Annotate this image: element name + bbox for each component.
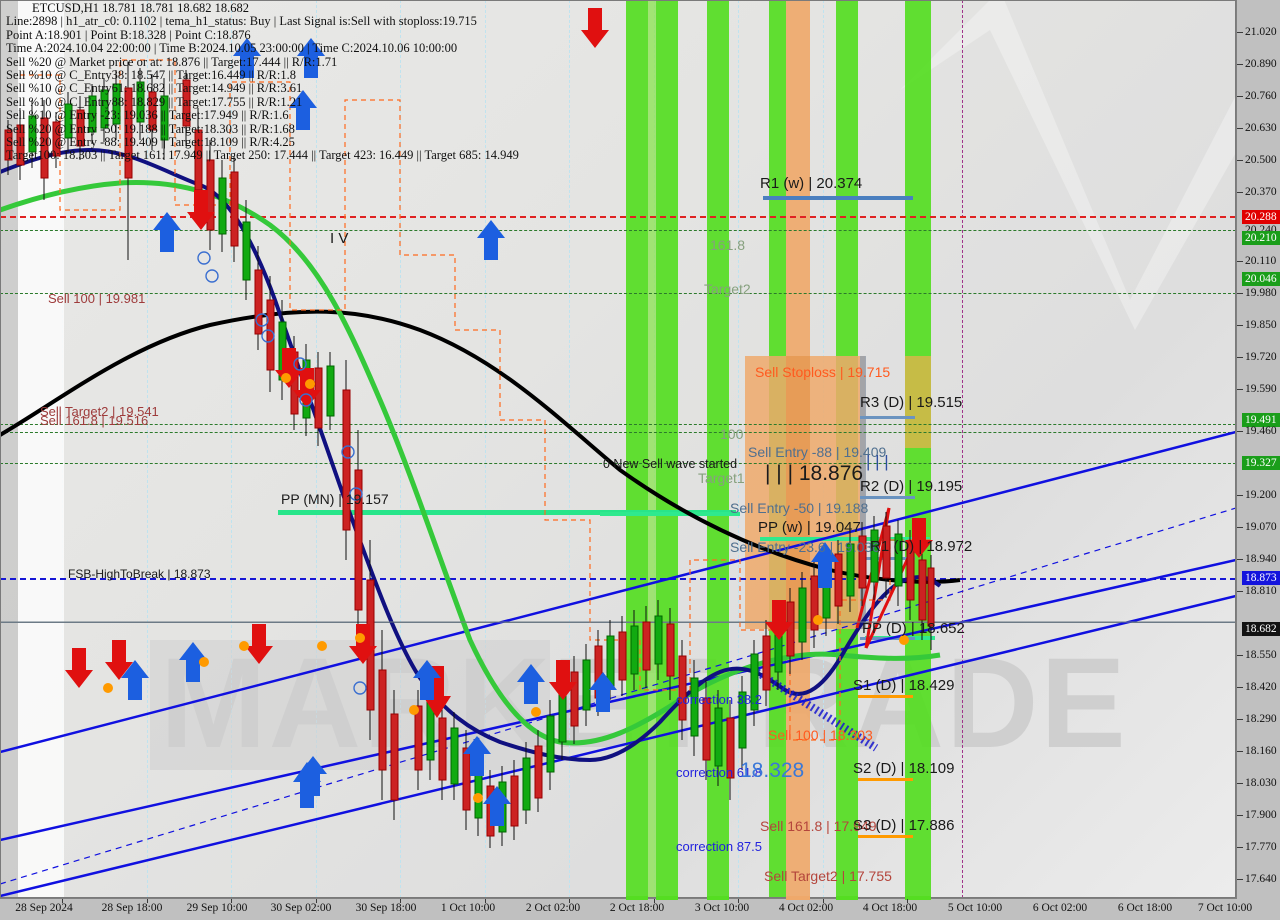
comment-line: Sell %20 @ Market price or at: 18.876 ||… xyxy=(6,54,338,69)
label-point-c-18876: | | | 18.876 xyxy=(765,462,864,485)
time-tick-label: 30 Sep 18:00 xyxy=(355,902,417,914)
time-tick-label: 29 Sep 10:00 xyxy=(186,902,248,914)
price-tick-label: 19.720 xyxy=(1245,351,1277,363)
price-tick-label: 19.200 xyxy=(1245,489,1277,501)
label-r3-d: R3 (D) | 19.515 xyxy=(860,394,963,411)
comment-line: Time A:2024.10.04 22:00:00 | Time B:2024… xyxy=(6,41,458,56)
chart-plot-area[interactable]: MARKET RADE xyxy=(0,0,1237,899)
chart-comment-block: ETCUSD,H1 18.781 18.781 18.682 18.682 Li… xyxy=(6,1,519,163)
time-scale[interactable]: 28 Sep 2024 28 Sep 18:00 29 Sep 10:00 30… xyxy=(0,896,1280,920)
comment-line: Sell %20 @ Entry -88: 19.409 || Target:1… xyxy=(6,135,295,150)
comment-line: Sell %10 @ Entry -23: 19.036 || Target:1… xyxy=(6,108,289,123)
time-tick-label: 4 Oct 02:00 xyxy=(778,902,834,914)
label-fib-1618: 161.8 xyxy=(710,237,746,253)
time-tick-label: 30 Sep 02:00 xyxy=(270,902,332,914)
time-tick-label: 6 Oct 02:00 xyxy=(1032,902,1088,914)
label-s1-d: S1 (D) | 18.429 xyxy=(853,677,955,694)
label-point-b-18328: 18.328 xyxy=(740,759,805,782)
price-badge-green: 20.046 xyxy=(1242,272,1280,286)
trendline-mid xyxy=(0,558,1236,842)
label-r1-w: R1 (w) | 20.374 xyxy=(760,175,863,192)
comment-line: Target100: 18.303 || Target 161: 17.949 … xyxy=(6,148,519,163)
label-sell-entry-50: Sell Entry -50 | 19.188 xyxy=(730,500,869,516)
time-tick-label: 28 Sep 2024 xyxy=(15,902,73,914)
price-tick-label: 19.850 xyxy=(1245,319,1277,331)
label-pp-w: PP (w) | 19.047 xyxy=(758,519,861,536)
price-tick-label: 17.900 xyxy=(1245,809,1277,821)
time-tick-label: 2 Oct 18:00 xyxy=(609,902,665,914)
label-sell-1618-19516: Sell 161.8 | 19.516 xyxy=(40,413,149,428)
price-tick-label: 19.460 xyxy=(1245,425,1277,437)
price-tick-label: 18.420 xyxy=(1245,681,1277,693)
price-tick-label: 20.110 xyxy=(1245,255,1277,267)
symbol-ohlc-line: ETCUSD,H1 18.781 18.781 18.682 18.682 xyxy=(32,1,250,15)
label-target2: Target2 xyxy=(704,281,751,297)
label-fib-100: 100 xyxy=(720,426,744,442)
time-tick-label: 7 Oct 10:00 xyxy=(1197,902,1253,914)
time-tick-label: 1 Oct 10:00 xyxy=(440,902,496,914)
price-tick-label: 17.640 xyxy=(1245,873,1277,885)
price-tick-label: 17.770 xyxy=(1245,841,1277,853)
trendline-lower xyxy=(0,594,1236,898)
price-tick-label: 21.020 xyxy=(1245,26,1277,38)
price-tick-label: 20.500 xyxy=(1245,154,1277,166)
label-target1: Target1 xyxy=(698,470,745,486)
price-tick-label: 18.030 xyxy=(1245,777,1277,789)
label-s3-d: S3 (D) | 17.886 xyxy=(853,817,955,834)
price-tick-label: 20.630 xyxy=(1245,122,1277,134)
label-sell-entry-236: Sell Entry -23.6 | 19.036 xyxy=(730,539,880,555)
time-tick-label: 3 Oct 10:00 xyxy=(694,902,750,914)
comment-line: Line:2898 | h1_atr_c0: 0.1102 | tema_h1_… xyxy=(6,14,477,29)
trendline-upper xyxy=(0,430,1236,754)
label-bars-marker: | | | xyxy=(866,452,889,471)
trendline-dashed xyxy=(0,507,1236,885)
comment-line: Sell %10 @ C_Entry38: 18.547 || Target:1… xyxy=(6,68,296,83)
comment-line: Point A:18.901 | Point B:18.328 | Point … xyxy=(6,27,251,42)
price-tick-label: 19.070 xyxy=(1245,521,1277,533)
price-tick-label: 18.290 xyxy=(1245,713,1277,725)
time-tick-label: 2 Oct 02:00 xyxy=(525,902,581,914)
time-tick-label: 4 Oct 18:00 xyxy=(862,902,918,914)
price-tick-label: 20.370 xyxy=(1245,186,1277,198)
label-fsb-hightobreak: FSB-HighToBreak | 18.873 xyxy=(68,567,211,581)
price-tick-label: 18.550 xyxy=(1245,649,1277,661)
label-correction-875: correction 87.5 xyxy=(676,839,762,854)
label-sell-100-19981: Sell 100 | 19.981 xyxy=(48,291,146,306)
chart-window: MARKET RADE xyxy=(0,0,1280,920)
price-scale[interactable]: 21.020 20.890 20.760 20.630 20.500 20.37… xyxy=(1237,0,1280,898)
time-tick-label: 28 Sep 18:00 xyxy=(101,902,163,914)
label-new-sell-wave: 0 New Sell wave started xyxy=(603,457,738,471)
wave-label-iv: I V xyxy=(330,230,349,247)
price-tick-label: 18.160 xyxy=(1245,745,1277,757)
label-sell-100-18303: Sell 100 | 18.303 xyxy=(768,727,873,743)
comment-line: Sell %20 @ Entry -50: 19.188 || Target:1… xyxy=(6,121,295,136)
label-sell-stoploss: Sell Stoploss | 19.715 xyxy=(755,364,891,380)
price-tick-label: 19.980 xyxy=(1245,287,1277,299)
price-tick-label: 20.760 xyxy=(1245,90,1277,102)
price-tick-label: 19.590 xyxy=(1245,383,1277,395)
label-pp-d: PP (D) | 18.652 xyxy=(862,620,965,637)
price-badge-red: 20.288 xyxy=(1242,210,1280,224)
price-badge-blue: 18.873 xyxy=(1242,571,1280,585)
label-pp-mn: PP (MN) | 19.157 xyxy=(281,491,389,507)
price-badge-green: 20.210 xyxy=(1242,231,1280,245)
comment-line: Sell %10 @ C_Entry61: 18.682 || Target:1… xyxy=(6,81,303,96)
price-tick-label: 18.810 xyxy=(1245,585,1277,597)
price-badge-green: 19.327 xyxy=(1242,456,1280,470)
comment-line: Sell %10 @ C_Entry88: 18.829 || Target:1… xyxy=(6,94,303,109)
label-correction-382: correction 38.2 xyxy=(676,692,762,707)
time-tick-label: 5 Oct 10:00 xyxy=(947,902,1003,914)
label-r1-d: R1 (D) | 18.972 xyxy=(870,538,973,555)
time-tick-label: 6 Oct 18:00 xyxy=(1117,902,1173,914)
price-tick-label: 18.940 xyxy=(1245,553,1277,565)
price-tick-label: 20.890 xyxy=(1245,58,1277,70)
label-sell-target2-17755: Sell Target2 | 17.755 xyxy=(764,868,892,884)
price-badge-black: 18.682 xyxy=(1242,622,1280,636)
label-s2-d: S2 (D) | 18.109 xyxy=(853,760,955,777)
label-r2-d: R2 (D) | 19.195 xyxy=(860,478,963,495)
